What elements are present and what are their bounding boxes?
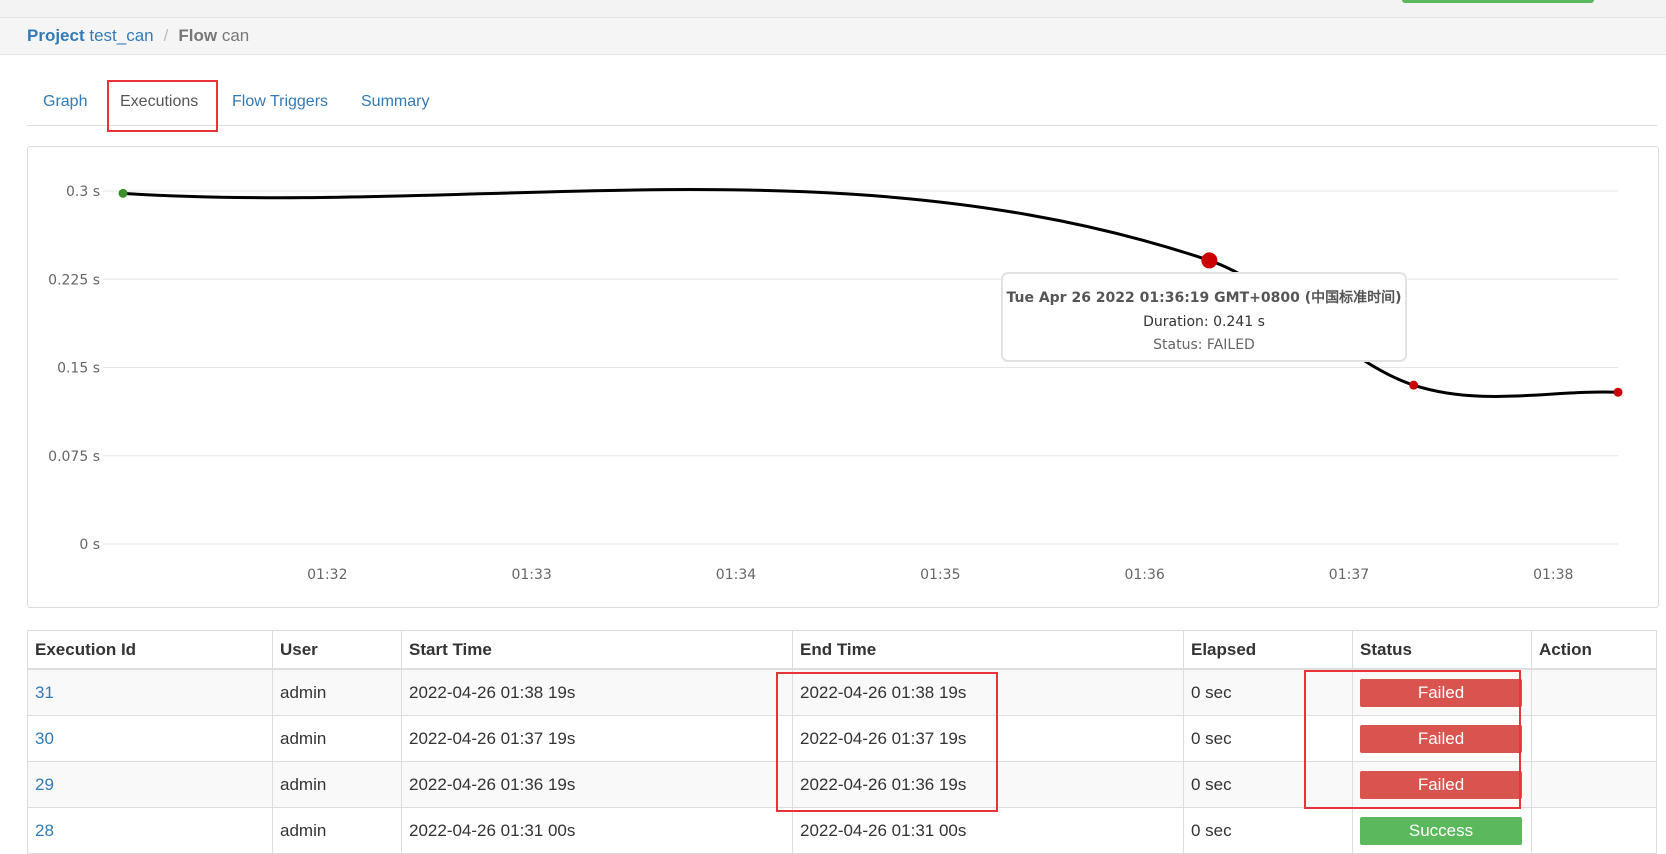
chart-tooltip: Tue Apr 26 2022 01:36:19 GMT+0800 (中国标准时… [1001,272,1407,362]
header-status: Status [1352,630,1532,670]
y-tick-label: 0.3 s [66,184,100,200]
user-cell: admin [272,761,402,808]
breadcrumb-flow-label: Flow [178,26,218,45]
chart-canvas: 0 s 0.075 s 0.15 s 0.225 s 0.3 s 01:32 01:33 01… [48,184,1623,583]
status-badge[interactable]: Success [1360,816,1522,845]
action-cell [1531,807,1657,854]
header-end-time: End Time [792,630,1184,670]
end-time-cell: 2022-04-26 01:37 19s [792,715,1184,762]
execution-duration-chart: 0 s 0.075 s 0.15 s 0.225 s 0.3 s 01:32 01:33 01… [27,146,1659,608]
tab-executions[interactable]: Executions [120,80,198,125]
tooltip-status: Status: FAILED [1153,337,1255,353]
breadcrumb-flow-name: can [221,26,250,45]
table-row: 30 admin 2022-04-26 01:37 19s 2022-04-26… [27,715,1657,762]
table-row: 29 admin 2022-04-26 01:36 19s 2022-04-26… [27,761,1657,808]
y-tick-label: 0.15 s [57,361,100,377]
user-cell: admin [272,807,402,854]
header-action: Action [1531,630,1657,670]
data-point [1613,387,1623,397]
y-tick-label: 0.225 s [48,272,100,288]
breadcrumb-project-label[interactable]: Project [27,26,85,45]
y-tick-label: 0.075 s [48,449,100,465]
tab-flow-triggers[interactable]: Flow Triggers [232,80,328,125]
elapsed-cell: 0 sec [1183,715,1353,762]
table-row: 28 admin 2022-04-26 01:31 00s 2022-04-26… [27,807,1657,854]
action-cell [1531,668,1657,716]
status-badge[interactable]: Failed [1360,678,1522,707]
x-tick-label: 01:37 [1329,567,1369,583]
tooltip-duration: Duration: 0.241 s [1143,314,1265,330]
user-cell: admin [272,715,402,762]
breadcrumb: Project test_can / Flow can [0,18,1666,55]
end-time-cell: 2022-04-26 01:31 00s [792,807,1184,854]
user-cell: admin [272,668,402,716]
status-badge[interactable]: Failed [1360,770,1522,799]
execution-id-link[interactable]: 28 [35,821,54,840]
header-start-time: Start Time [401,630,793,670]
start-time-cell: 2022-04-26 01:36 19s [401,761,793,808]
start-time-cell: 2022-04-26 01:31 00s [401,807,793,854]
end-time-cell: 2022-04-26 01:38 19s [792,668,1184,716]
start-time-cell: 2022-04-26 01:38 19s [401,668,793,716]
x-tick-label: 01:33 [511,567,551,583]
x-tick-label: 01:38 [1533,567,1573,583]
data-point [1201,252,1218,269]
header-elapsed: Elapsed [1183,630,1353,670]
action-cell [1531,761,1657,808]
header-user: User [272,630,402,670]
data-point [118,188,128,198]
flow-tabs: Graph Executions Flow Triggers Summary [27,80,1657,126]
breadcrumb-separator: / [163,26,169,45]
start-time-cell: 2022-04-26 01:37 19s [401,715,793,762]
x-tick-label: 01:35 [920,567,960,583]
end-time-cell: 2022-04-26 01:36 19s [792,761,1184,808]
top-action-button[interactable] [1402,0,1594,3]
elapsed-cell: 0 sec [1183,761,1353,808]
breadcrumb-project-link[interactable]: test_can [89,26,153,45]
elapsed-cell: 0 sec [1183,807,1353,854]
top-navbar [0,0,1666,18]
table-row: 31 admin 2022-04-26 01:38 19s 2022-04-26… [27,668,1657,716]
table-header-row: Execution Id User Start Time End Time El… [27,630,1657,670]
x-tick-label: 01:36 [1124,567,1164,583]
tab-summary[interactable]: Summary [361,80,429,125]
elapsed-cell: 0 sec [1183,668,1353,716]
x-tick-label: 01:32 [307,567,347,583]
tab-graph[interactable]: Graph [43,80,87,125]
data-point [1409,380,1419,390]
execution-id-link[interactable]: 29 [35,775,54,794]
execution-id-link[interactable]: 30 [35,729,54,748]
y-tick-label: 0 s [79,537,100,553]
status-badge[interactable]: Failed [1360,724,1522,753]
header-execution-id: Execution Id [27,630,273,670]
action-cell [1531,715,1657,762]
execution-id-link[interactable]: 31 [35,683,54,702]
executions-table: Execution Id User Start Time End Time El… [27,630,1657,854]
tooltip-title: Tue Apr 26 2022 01:36:19 GMT+0800 (中国标准时… [1006,290,1402,306]
x-tick-label: 01:34 [716,567,756,583]
